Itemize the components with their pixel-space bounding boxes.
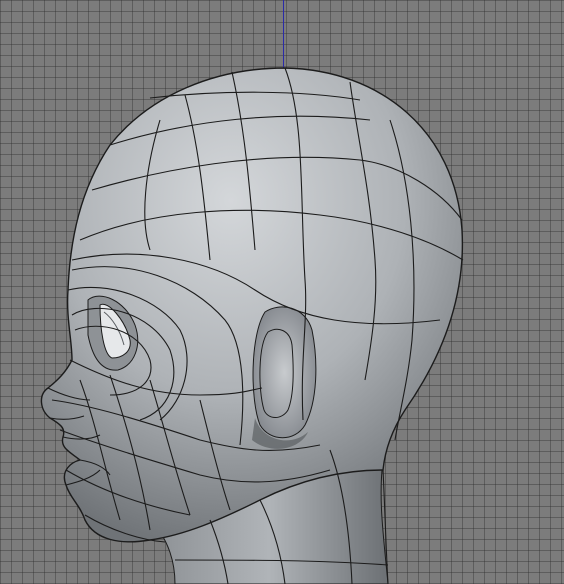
head-mesh[interactable] [0,0,564,584]
modeling-viewport[interactable] [0,0,564,584]
ear-surface[interactable] [252,306,317,439]
